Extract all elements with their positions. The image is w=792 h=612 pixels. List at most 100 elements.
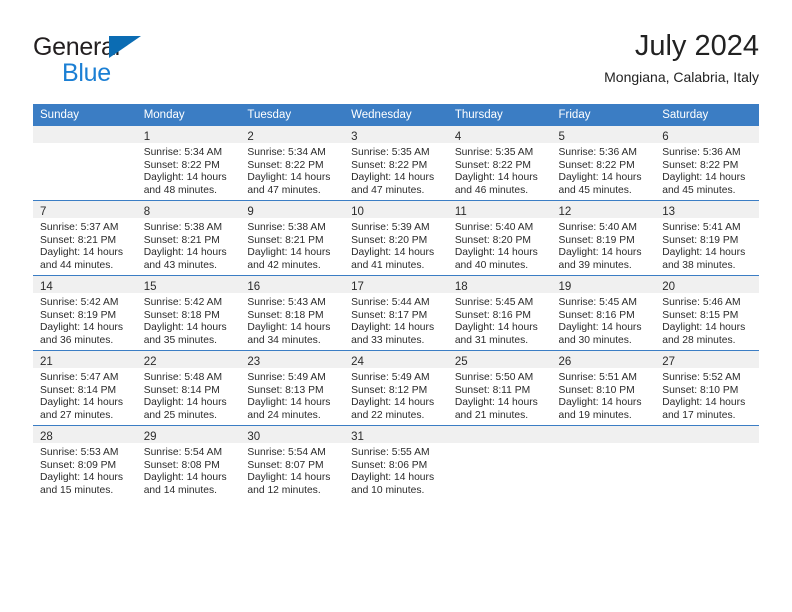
day-details: Sunrise: 5:43 AM Sunset: 8:18 PM Daylight:… (240, 293, 344, 347)
day-number-band: 23 (240, 351, 345, 368)
daylight-text-line1: Daylight: 14 hours (454, 247, 538, 259)
daylight-text-line1: Daylight: 14 hours (454, 397, 538, 409)
calendar-day-cell[interactable]: 3 Sunrise: 5:35 AM Sunset: 8:22 PM Daylight… (344, 126, 448, 201)
sunrise-text: Sunrise: 5:40 AM (454, 222, 534, 233)
day-number: 5 (558, 131, 565, 143)
daylight-text-line2: and 33 minutes. (351, 334, 425, 346)
sunset-text: Sunset: 8:16 PM (454, 309, 531, 321)
calendar-day-cell[interactable]: 25 Sunrise: 5:50 AM Sunset: 8:11 PM Dayligh… (447, 350, 552, 426)
weekday-header-thursday: Thursday (447, 104, 552, 126)
sunrise-text: Sunrise: 5:49 AM (247, 372, 326, 383)
sunrise-text: Sunrise: 5:54 AM (143, 447, 223, 458)
calendar-day-cell[interactable]: 28 Sunrise: 5:53 AM Sunset: 8:09 PM Dayligh… (33, 425, 137, 500)
daylight-text-line2: and 25 minutes. (143, 409, 217, 421)
daylight-text-line1: Daylight: 14 hours (40, 397, 123, 409)
calendar-day-cell[interactable]: 8 Sunrise: 5:38 AM Sunset: 8:21 PM Daylight… (136, 200, 241, 276)
triangle-icon (109, 36, 141, 58)
day-details: Sunrise: 5:36 AM Sunset: 8:22 PM Daylight:… (552, 143, 656, 197)
brand-logo[interactable]: General Blue (33, 34, 233, 90)
day-number: 24 (351, 356, 364, 368)
day-number-band: 19 (551, 276, 656, 293)
day-details (552, 443, 656, 447)
day-number-band: 7 (33, 201, 137, 218)
calendar-day-cell[interactable]: 29 Sunrise: 5:54 AM Sunset: 8:08 PM Dayligh… (136, 425, 241, 500)
day-number-band (33, 126, 137, 143)
day-number: 27 (662, 356, 676, 368)
calendar-day-cell[interactable]: 13 Sunrise: 5:41 AM Sunset: 8:19 PM Dayligh… (655, 200, 759, 276)
daylight-text-line2: and 38 minutes. (662, 259, 736, 271)
calendar-day-cell[interactable]: 26 Sunrise: 5:51 AM Sunset: 8:10 PM Dayligh… (551, 350, 656, 426)
calendar-day-cell[interactable]: 10 Sunrise: 5:39 AM Sunset: 8:20 PM Dayligh… (344, 200, 448, 276)
day-number-band: 9 (240, 201, 345, 218)
calendar-day-cell[interactable]: 18 Sunrise: 5:45 AM Sunset: 8:16 PM Dayligh… (447, 275, 552, 351)
calendar-week-row: 14 Sunrise: 5:42 AM Sunset: 8:19 PM Dayligh… (33, 275, 759, 351)
sunset-text: Sunset: 8:09 PM (40, 459, 117, 471)
daylight-text-line2: and 48 minutes. (143, 184, 217, 196)
sunset-text: Sunset: 8:21 PM (143, 234, 220, 246)
calendar-day-cell[interactable]: 30 Sunrise: 5:54 AM Sunset: 8:07 PM Dayligh… (240, 425, 345, 500)
calendar-day-cell[interactable]: 21 Sunrise: 5:47 AM Sunset: 8:14 PM Dayligh… (33, 350, 137, 426)
daylight-text-line1: Daylight: 14 hours (143, 172, 227, 184)
calendar-day-cell[interactable]: 17 Sunrise: 5:44 AM Sunset: 8:17 PM Dayligh… (344, 275, 448, 351)
calendar-day-cell[interactable]: 20 Sunrise: 5:46 AM Sunset: 8:15 PM Dayligh… (655, 275, 759, 351)
day-number-band: 22 (136, 351, 241, 368)
calendar-day-cell[interactable]: 24 Sunrise: 5:49 AM Sunset: 8:12 PM Dayligh… (344, 350, 448, 426)
daylight-text-line2: and 27 minutes. (40, 409, 114, 421)
day-number-band: 17 (344, 276, 448, 293)
daylight-text-line1: Daylight: 14 hours (662, 397, 746, 409)
daylight-text-line1: Daylight: 14 hours (247, 247, 331, 259)
day-details: Sunrise: 5:47 AM Sunset: 8:14 PM Daylight:… (33, 368, 137, 422)
calendar-day-cell[interactable]: 15 Sunrise: 5:42 AM Sunset: 8:18 PM Dayligh… (136, 275, 241, 351)
sunrise-text: Sunrise: 5:41 AM (662, 222, 741, 233)
calendar-day-cell[interactable]: 9 Sunrise: 5:38 AM Sunset: 8:21 PM Daylight… (240, 200, 345, 276)
calendar-body: 1 Sunrise: 5:34 AM Sunset: 8:22 PM Daylight… (33, 126, 759, 500)
sunset-text: Sunset: 8:10 PM (558, 384, 635, 396)
daylight-text-line2: and 22 minutes. (351, 409, 425, 421)
sunset-text: Sunset: 8:21 PM (40, 234, 117, 246)
calendar-day-cell[interactable]: 27 Sunrise: 5:52 AM Sunset: 8:10 PM Dayligh… (655, 350, 759, 426)
daylight-text-line1: Daylight: 14 hours (247, 172, 331, 184)
calendar-day-cell[interactable]: 6 Sunrise: 5:36 AM Sunset: 8:22 PM Daylight… (655, 126, 759, 201)
calendar-day-cell[interactable]: 16 Sunrise: 5:43 AM Sunset: 8:18 PM Dayligh… (240, 275, 345, 351)
weekday-header-tuesday: Tuesday (240, 104, 345, 126)
daylight-text-line2: and 44 minutes. (40, 259, 114, 271)
sunset-text: Sunset: 8:21 PM (247, 234, 324, 246)
calendar-day-cell[interactable]: 11 Sunrise: 5:40 AM Sunset: 8:20 PM Dayligh… (447, 200, 552, 276)
day-number: 22 (143, 356, 157, 368)
day-number: 19 (558, 281, 572, 293)
calendar-day-cell[interactable]: 7 Sunrise: 5:37 AM Sunset: 8:21 PM Daylight… (33, 200, 137, 276)
calendar-day-cell[interactable]: 31 Sunrise: 5:55 AM Sunset: 8:06 PM Dayligh… (344, 425, 448, 500)
day-number: 10 (351, 206, 364, 218)
daylight-text-line2: and 34 minutes. (247, 334, 321, 346)
day-details (448, 443, 552, 447)
daylight-text-line1: Daylight: 14 hours (558, 247, 642, 259)
calendar-day-cell[interactable]: 14 Sunrise: 5:42 AM Sunset: 8:19 PM Dayligh… (33, 275, 137, 351)
calendar-day-cell[interactable]: 19 Sunrise: 5:45 AM Sunset: 8:16 PM Dayligh… (551, 275, 656, 351)
calendar-day-cell[interactable]: 12 Sunrise: 5:40 AM Sunset: 8:19 PM Dayligh… (551, 200, 656, 276)
sunset-text: Sunset: 8:07 PM (247, 459, 324, 471)
daylight-text-line1: Daylight: 14 hours (351, 322, 435, 334)
daylight-text-line2: and 19 minutes. (558, 409, 632, 421)
calendar-day-cell[interactable]: 2 Sunrise: 5:34 AM Sunset: 8:22 PM Daylight… (240, 126, 345, 201)
sunrise-text: Sunrise: 5:45 AM (558, 297, 637, 308)
calendar-day-cell[interactable]: 5 Sunrise: 5:36 AM Sunset: 8:22 PM Daylight… (551, 126, 656, 201)
daylight-text-line2: and 10 minutes. (351, 484, 425, 496)
calendar-day-cell[interactable]: 22 Sunrise: 5:48 AM Sunset: 8:14 PM Dayligh… (136, 350, 241, 426)
sunrise-text: Sunrise: 5:34 AM (143, 147, 223, 158)
sunset-text: Sunset: 8:15 PM (662, 309, 739, 321)
daylight-text-line1: Daylight: 14 hours (247, 322, 331, 334)
sunrise-text: Sunrise: 5:49 AM (351, 372, 430, 383)
day-number: 14 (40, 281, 53, 293)
calendar-day-cell[interactable]: 23 Sunrise: 5:49 AM Sunset: 8:13 PM Dayligh… (240, 350, 345, 426)
sunset-text: Sunset: 8:14 PM (143, 384, 220, 396)
daylight-text-line1: Daylight: 14 hours (558, 397, 642, 409)
day-number: 11 (454, 206, 467, 218)
day-number: 8 (143, 206, 151, 218)
daylight-text-line1: Daylight: 14 hours (662, 172, 746, 184)
title-block: July 2024 Mongiana, Calabria, Italy (604, 28, 759, 88)
sunset-text: Sunset: 8:10 PM (662, 384, 739, 396)
daylight-text-line1: Daylight: 14 hours (40, 247, 123, 259)
calendar-day-cell[interactable]: 4 Sunrise: 5:35 AM Sunset: 8:22 PM Daylight… (447, 126, 552, 201)
day-number-band: 24 (344, 351, 448, 368)
calendar-day-cell[interactable]: 1 Sunrise: 5:34 AM Sunset: 8:22 PM Daylight… (136, 126, 241, 201)
